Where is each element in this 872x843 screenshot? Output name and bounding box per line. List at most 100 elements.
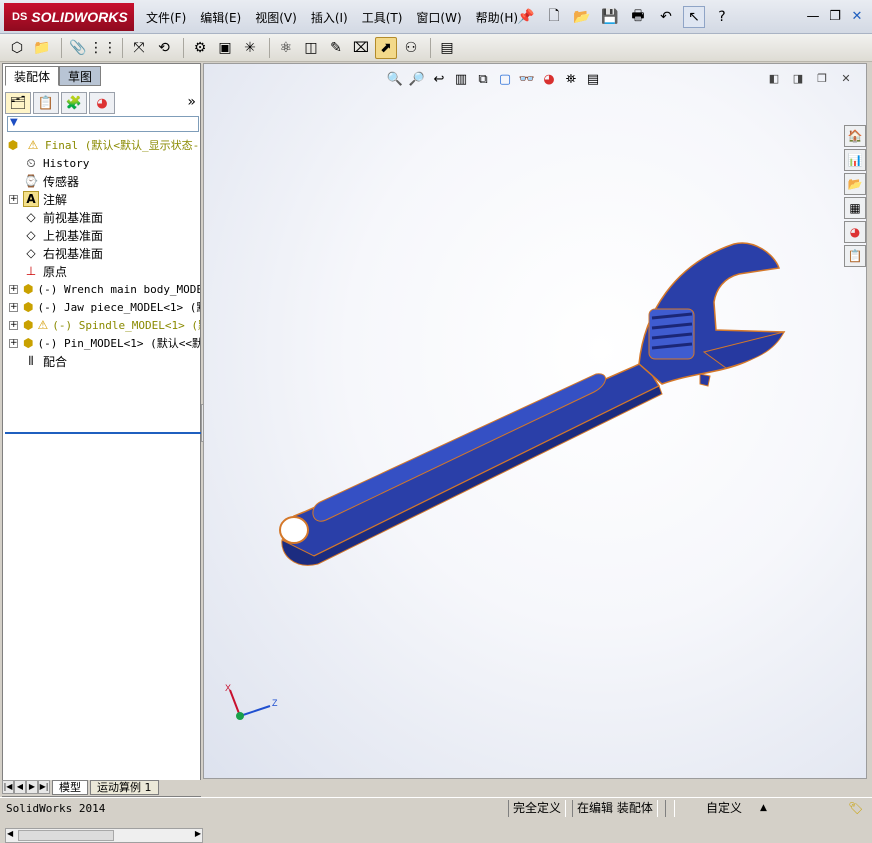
tree-item-front-plane[interactable]: ◇ 前视基准面 — [3, 208, 200, 226]
tree-item-top-plane[interactable]: ◇ 上视基准面 — [3, 226, 200, 244]
tab-assembly[interactable]: 装配体 — [5, 66, 60, 86]
select-pointer-icon[interactable]: ↖ — [683, 6, 705, 28]
mate-paperclip-icon[interactable]: 📎 — [67, 37, 89, 59]
linear-pattern-icon[interactable]: ⋮⋮ — [89, 37, 117, 59]
solidworks-resources-icon[interactable]: 🏠 — [844, 125, 866, 147]
tab-motion-study[interactable]: 运动算例 1 — [90, 780, 159, 795]
menu-view[interactable]: 视图(V) — [255, 9, 297, 26]
scrollbar-thumb[interactable] — [18, 830, 114, 841]
expand-plus-icon[interactable]: + — [9, 338, 18, 348]
view-orientation-icon[interactable]: ⧉ — [472, 70, 494, 88]
tree-item-right-plane[interactable]: ◇ 右视基准面 — [3, 244, 200, 262]
menu-insert[interactable]: 插入(I) — [311, 9, 348, 26]
smart-fasteners-icon[interactable]: ⚙ — [189, 37, 211, 59]
zoom-to-area-icon[interactable]: 🔎 — [406, 70, 428, 88]
horizontal-scrollbar[interactable]: ◀ ▶ — [5, 828, 203, 843]
expand-plus-icon[interactable]: + — [9, 194, 18, 204]
custom-properties-icon[interactable]: 📋 — [844, 245, 866, 267]
rotate-component-icon[interactable]: ⟲ — [153, 37, 175, 59]
edit-appearance-icon[interactable]: ◕ — [538, 70, 560, 88]
solidworks-logo[interactable]: DS SOLIDWORKS — [4, 3, 134, 31]
move-component-icon[interactable]: ⤧ — [128, 37, 150, 59]
insert-component-icon[interactable]: ⬡ — [6, 37, 28, 59]
tree-item-mates[interactable]: ⫴ 配合 — [3, 352, 200, 370]
apply-scene-icon[interactable]: ⛯ — [560, 70, 582, 88]
graphics-area[interactable]: 🔍 🔎 ↩ ▥ ⧉ ▢ 👓 ◕ ⛯ ▤ ◧ ◨ ❐ ✕ X Z — [203, 63, 867, 779]
first-tab-icon[interactable]: |◀ — [2, 780, 14, 794]
tree-rollback-bar[interactable] — [5, 432, 201, 434]
handle-groove — [312, 373, 606, 522]
tree-item-annotations[interactable]: + A 注解 — [3, 190, 200, 208]
close-icon[interactable]: ✕ — [846, 6, 868, 26]
restore-icon[interactable]: ❐ — [824, 6, 846, 26]
file-explorer-icon[interactable]: 📂 — [844, 173, 866, 195]
bill-of-materials-icon[interactable]: ⚛ — [275, 37, 297, 59]
tab-sketch[interactable]: 草图 — [59, 66, 102, 86]
instant3d-icon[interactable]: ⬈ — [375, 36, 397, 59]
menu-file[interactable]: 文件(F) — [146, 9, 186, 26]
prev-tab-icon[interactable]: ◀ — [14, 780, 26, 794]
menu-help[interactable]: 帮助(H) — [476, 9, 518, 26]
expand-plus-icon[interactable]: + — [9, 284, 18, 294]
tree-item-origin[interactable]: ⊥ 原点 — [3, 262, 200, 280]
save-icon[interactable]: 💾 — [599, 6, 621, 28]
tree-root-assembly[interactable]: ⬢ ⚠ Final (默认<默认_显示状态- — [3, 136, 200, 154]
minimize-icon[interactable]: — — [802, 6, 824, 26]
explode-line-sketch-icon[interactable]: ✎ — [325, 37, 347, 59]
expand-plus-icon[interactable]: + — [9, 320, 18, 330]
zoom-to-fit-icon[interactable]: 🔍 — [384, 70, 406, 88]
view-palette-icon[interactable]: ▦ — [844, 197, 866, 219]
display-manager-icon[interactable]: ◕ — [89, 92, 115, 114]
viewport-close-icon[interactable]: ✕ — [836, 70, 856, 86]
tree-filter-input[interactable]: ▼ — [7, 116, 199, 132]
tree-item-sensors[interactable]: ⌚ 传感器 — [3, 172, 200, 190]
wrench-model[interactable] — [264, 234, 804, 594]
more-tabs-chevron-icon[interactable]: » — [187, 94, 196, 110]
large-assembly-mode-icon[interactable]: ⚇ — [400, 37, 422, 59]
next-tab-icon[interactable]: ▶ — [26, 780, 38, 794]
display-style-icon[interactable]: ▢ — [494, 70, 516, 88]
hide-show-items-icon[interactable]: 👓 — [516, 70, 538, 88]
viewport-window-controls: ◧ ◨ ❐ ✕ — [760, 70, 856, 86]
units-custom[interactable]: 自定义 — [702, 800, 746, 817]
help-question-icon[interactable]: ? — [711, 6, 733, 28]
menu-window[interactable]: 窗口(W) — [416, 9, 461, 26]
appearances-icon[interactable]: ◕ — [844, 221, 866, 243]
scroll-left-icon[interactable]: ◀ — [7, 829, 13, 838]
interference-detection-icon[interactable]: ⌧ — [350, 37, 372, 59]
print-icon[interactable]: 🖶 — [627, 6, 649, 28]
viewport-restore-icon[interactable]: ❐ — [812, 70, 832, 86]
rebuild-tag-icon[interactable]: 🏷 — [844, 800, 867, 817]
reference-geometry-icon[interactable]: ✳ — [239, 37, 261, 59]
part-icon: ⬢ — [23, 300, 34, 314]
tree-item-pin[interactable]: + ⬢ (-) Pin_MODEL<1> (默认<<默 — [3, 334, 200, 352]
tile-vertical-icon[interactable]: ◨ — [788, 70, 808, 86]
units-menu-arrow-icon[interactable]: ▲ — [756, 800, 771, 817]
menu-edit[interactable]: 编辑(E) — [200, 9, 241, 26]
previous-view-icon[interactable]: ↩ — [428, 70, 450, 88]
last-tab-icon[interactable]: ▶| — [38, 780, 50, 794]
tree-item-spindle[interactable]: + ⬢ ⚠ (-) Spindle_MODEL<1> (默 — [3, 316, 200, 334]
new-part-icon[interactable]: 📁 — [31, 37, 53, 59]
view-settings-icon[interactable]: ▤ — [582, 70, 604, 88]
exploded-view-icon[interactable]: ◫ — [300, 37, 322, 59]
section-view-icon[interactable]: ▥ — [450, 70, 472, 88]
tree-item-wrench-body[interactable]: + ⬢ (-) Wrench main body_MODEL — [3, 280, 200, 298]
open-folder-icon[interactable]: 📂 — [571, 6, 593, 28]
tree-item-history[interactable]: ⏲ History — [3, 154, 200, 172]
speedpak-icon[interactable]: ▤ — [436, 37, 458, 59]
tile-horizontal-icon[interactable]: ◧ — [764, 70, 784, 86]
feature-tree-icon[interactable]: 🗂 — [5, 92, 31, 114]
new-document-icon[interactable]: 🗋 — [543, 6, 565, 28]
configuration-manager-icon[interactable]: 🧩 — [61, 92, 87, 114]
pin-icon[interactable]: 📌 — [515, 6, 537, 28]
design-library-icon[interactable]: 📊 — [844, 149, 866, 171]
undo-icon[interactable]: ↶ — [655, 6, 677, 28]
menu-tools[interactable]: 工具(T) — [362, 9, 403, 26]
tree-item-jaw-piece[interactable]: + ⬢ (-) Jaw piece_MODEL<1> (默 — [3, 298, 200, 316]
property-manager-icon[interactable]: 📋 — [33, 92, 59, 114]
scroll-right-icon[interactable]: ▶ — [195, 829, 201, 838]
tab-model[interactable]: 模型 — [52, 780, 88, 795]
expand-plus-icon[interactable]: + — [9, 302, 18, 312]
assembly-features-icon[interactable]: ▣ — [214, 37, 236, 59]
